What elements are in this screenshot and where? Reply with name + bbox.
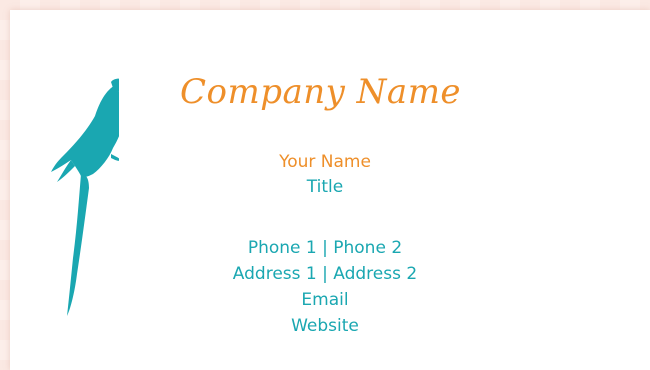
job-title: Title (306, 177, 344, 197)
email: Email (301, 290, 349, 310)
company-name: Company Name (180, 72, 462, 112)
person-name: Your Name (279, 152, 371, 172)
phone-numbers: Phone 1 | Phone 2 (247, 238, 403, 258)
website: Website (291, 316, 359, 336)
addresses: Address 1 | Address 2 (232, 264, 418, 284)
